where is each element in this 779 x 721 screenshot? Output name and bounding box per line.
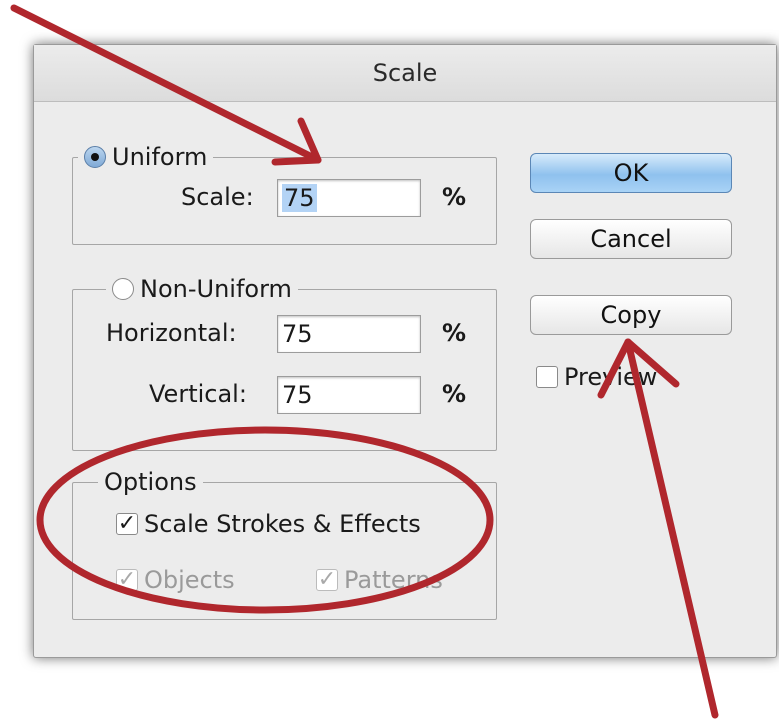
vertical-label: Vertical: <box>149 380 247 408</box>
scale-label: Scale: <box>181 183 254 211</box>
vertical-input-value: 75 <box>282 381 313 409</box>
horizontal-label: Horizontal: <box>106 319 237 347</box>
patterns-checkbox[interactable]: ✓ Patterns <box>316 566 443 594</box>
non-uniform-label: Non-Uniform <box>140 275 292 303</box>
radio-selected-icon <box>84 146 106 168</box>
preview-checkbox[interactable]: Preview <box>536 363 657 391</box>
checkmark-icon: ✓ <box>116 567 138 592</box>
scale-input[interactable]: 75 <box>277 179 421 217</box>
ok-button[interactable]: OK <box>530 153 732 193</box>
non-uniform-radio[interactable]: Non-Uniform <box>106 275 298 303</box>
options-group <box>72 482 497 620</box>
preview-label: Preview <box>564 363 658 391</box>
scale-dialog: Scale Uniform Scale: 75 % Non-Uniform Ho… <box>33 44 777 658</box>
copy-button[interactable]: Copy <box>530 295 732 335</box>
scale-input-value: 75 <box>282 184 317 212</box>
options-legend: Options <box>98 468 203 496</box>
horizontal-input-value: 75 <box>282 320 313 348</box>
cancel-button[interactable]: Cancel <box>530 219 732 259</box>
checkmark-icon: ✓ <box>316 567 338 592</box>
horizontal-input[interactable]: 75 <box>277 315 421 353</box>
window-title: Scale <box>34 45 776 102</box>
vertical-input[interactable]: 75 <box>277 376 421 414</box>
options-label: Options <box>104 468 197 496</box>
objects-label: Objects <box>144 566 235 594</box>
scale-strokes-checkbox[interactable]: ✓ Scale Strokes & Effects <box>116 510 421 538</box>
radio-unselected-icon <box>112 278 134 300</box>
uniform-label: Uniform <box>112 143 208 171</box>
checkmark-icon: ✓ <box>116 511 138 536</box>
patterns-label: Patterns <box>344 566 443 594</box>
scale-strokes-label: Scale Strokes & Effects <box>144 510 421 538</box>
objects-checkbox[interactable]: ✓ Objects <box>116 566 235 594</box>
checkbox-unchecked-icon <box>536 366 558 388</box>
vertical-unit: % <box>442 380 467 408</box>
uniform-radio[interactable]: Uniform <box>78 143 214 171</box>
scale-unit: % <box>442 183 467 211</box>
non-uniform-group <box>72 289 497 451</box>
horizontal-unit: % <box>442 319 467 347</box>
